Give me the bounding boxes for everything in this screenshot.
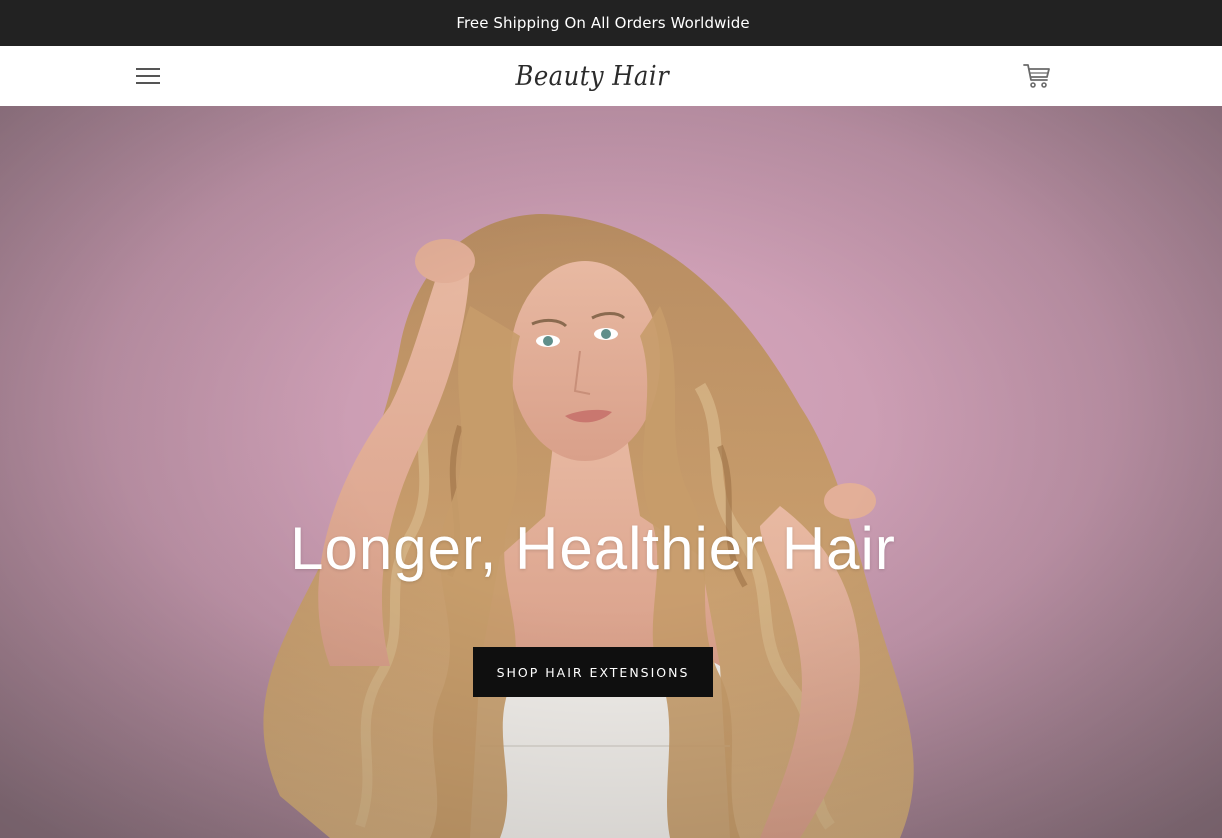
announcement-bar: Free Shipping On All Orders Worldwide <box>0 0 1222 46</box>
announcement-text: Free Shipping On All Orders Worldwide <box>456 14 750 32</box>
site-header: Beauty Hair <box>0 46 1222 106</box>
hero-banner: Longer, Healthier Hair SHOP HAIR EXTENSI… <box>0 106 1222 838</box>
shopping-cart-icon <box>1023 64 1050 88</box>
menu-button[interactable] <box>133 63 163 89</box>
logo-text: Beauty Hair <box>515 60 669 92</box>
shop-hair-extensions-button[interactable]: SHOP HAIR EXTENSIONS <box>473 647 713 697</box>
site-logo[interactable]: Beauty Hair <box>511 58 673 94</box>
hamburger-menu-icon <box>136 68 160 84</box>
cart-button[interactable] <box>1018 59 1056 93</box>
hero-title: Longer, Healthier Hair <box>290 515 896 582</box>
hero-overlay <box>0 106 1222 838</box>
